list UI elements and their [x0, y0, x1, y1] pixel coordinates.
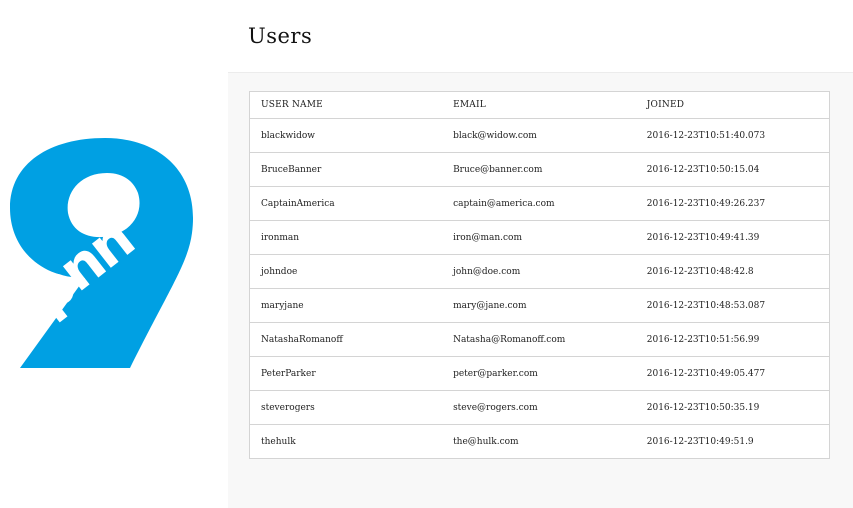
cell-joined: 2016-12-23T10:51:56.99	[635, 322, 830, 357]
cell-user-name: BruceBanner	[249, 152, 443, 187]
cell-user-name: NatashaRomanoff	[249, 322, 443, 357]
table-row[interactable]: maryjane mary@jane.com 2016-12-23T10:48:53…	[249, 288, 830, 323]
column-header-joined[interactable]: JOINED	[635, 91, 830, 119]
cell-email: mary@jane.com	[442, 288, 636, 323]
cell-user-name: steverogers	[249, 390, 443, 425]
cell-email: captain@america.com	[442, 186, 636, 221]
cell-joined: 2016-12-23T10:50:35.19	[635, 390, 830, 425]
users-table: USER NAME EMAIL JOINED blackwidow black@w…	[249, 91, 830, 459]
table-row[interactable]: steverogers steve@rogers.com 2016-12-23T10…	[249, 390, 830, 425]
cell-joined: 2016-12-23T10:48:42.8	[635, 254, 830, 289]
table-row[interactable]: johndoe john@doe.com 2016-12-23T10:48:42.8	[249, 254, 830, 289]
table-row[interactable]: ironman iron@man.com 2016-12-23T10:49:41.3…	[249, 220, 830, 255]
cell-joined: 2016-12-23T10:49:51.9	[646, 436, 754, 447]
cell-joined: 2016-12-23T10:48:53.087	[635, 288, 830, 323]
cell-user-name: CaptainAmerica	[249, 186, 443, 221]
cell-email: the@hulk.com	[453, 436, 519, 447]
column-header-user-name[interactable]: USER NAME	[249, 91, 443, 119]
table-row[interactable]: BruceBanner Bruce@banner.com 2016-12-23T10…	[249, 152, 830, 187]
table-row[interactable]: blackwidow black@widow.com 2016-12-23T10:5…	[249, 118, 830, 153]
cell-user-name: johndoe	[249, 254, 443, 289]
cell-email: black@widow.com	[442, 118, 636, 153]
cell-email: john@doe.com	[442, 254, 636, 289]
table-row[interactable]: NatashaRomanoff Natasha@Romanoff.com 2016-…	[249, 322, 830, 357]
cell-joined: 2016-12-23T10:49:41.39	[635, 220, 830, 255]
cell-user-name: ironman	[249, 220, 443, 255]
brand-logo: pnn	[0, 0, 228, 508]
cell-email: Natasha@Romanoff.com	[442, 322, 636, 357]
cell-email: iron@man.com	[442, 220, 636, 255]
cell-joined: 2016-12-23T10:50:15.04	[635, 152, 830, 187]
table-row[interactable]: CaptainAmerica captain@america.com 2016-12…	[249, 186, 830, 221]
table-header-row: USER NAME EMAIL JOINED	[249, 91, 830, 119]
table-row[interactable]: PeterParker peter@parker.com 2016-12-23T10…	[249, 356, 830, 391]
cell-email: Bruce@banner.com	[442, 152, 636, 187]
cell-user-name: maryjane	[249, 288, 443, 323]
cell-joined: 2016-12-23T10:49:26.237	[635, 186, 830, 221]
table-row[interactable]: thehulk the@hulk.com 2016-12-23T10:49:51.9	[250, 425, 830, 459]
cell-user-name: PeterParker	[249, 356, 443, 391]
cell-email: steve@rogers.com	[442, 390, 636, 425]
table-body: blackwidow black@widow.com 2016-12-23T10:5…	[249, 118, 830, 459]
cell-email: peter@parker.com	[442, 356, 636, 391]
column-header-email[interactable]: EMAIL	[442, 91, 636, 119]
cell-user-name: thehulk	[261, 436, 296, 447]
cell-joined: 2016-12-23T10:51:40.073	[635, 118, 830, 153]
cell-joined: 2016-12-23T10:49:05.477	[635, 356, 830, 391]
cell-user-name: blackwidow	[249, 118, 443, 153]
page-title: Users	[248, 24, 313, 48]
